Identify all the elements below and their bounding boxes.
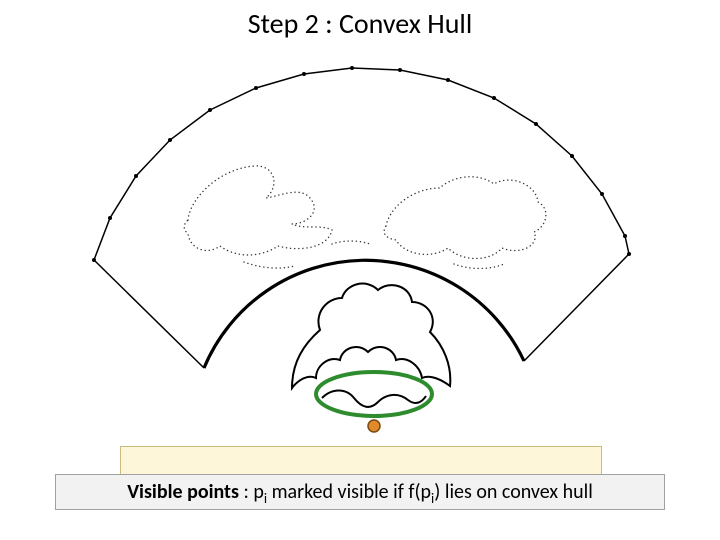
caption-lead: Visible points — [127, 480, 239, 504]
inner-semicircle — [204, 260, 524, 368]
observer-dot — [368, 420, 380, 432]
highlight-ellipse — [316, 372, 432, 416]
hull-radial-edges — [94, 254, 629, 368]
caption-text: Visible points : pi marked visible if f(… — [127, 480, 593, 504]
convex-hull-arc — [92, 66, 631, 262]
flipped-contour-dots — [184, 166, 546, 269]
caption-box: Visible points : pi marked visible if f(… — [55, 474, 665, 510]
slide-title: Step 2 : Convex Hull — [0, 6, 720, 41]
diagram-figure — [70, 48, 650, 448]
